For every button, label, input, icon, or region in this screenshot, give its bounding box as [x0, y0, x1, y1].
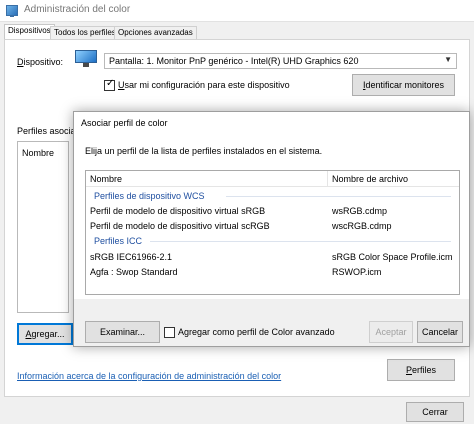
group-header-wcs: Perfiles de dispositivo WCS	[86, 190, 459, 203]
add-profile-button[interactable]: Agregar...	[17, 323, 73, 345]
column-header-name[interactable]: Nombre	[90, 174, 122, 184]
advanced-profile-label: Agregar como perfil de Color avanzado	[178, 327, 335, 337]
device-select-value: Pantalla: 1. Monitor PnP genérico - Inte…	[109, 56, 359, 66]
tab-todos-los-perfiles[interactable]: Todos los perfiles	[50, 26, 120, 40]
column-header-file[interactable]: Nombre de archivo	[332, 174, 408, 184]
color-management-icon	[6, 5, 18, 17]
advanced-profile-checkbox[interactable]	[164, 327, 175, 338]
associated-profiles-list[interactable]: Nombre	[17, 141, 69, 313]
close-button[interactable]: Cerrar	[406, 402, 464, 422]
cancel-button[interactable]: Cancelar	[417, 321, 463, 343]
list-item[interactable]: sRGB IEC61966-2.1 sRGB Color Space Profi…	[86, 251, 459, 264]
profile-list-header: Nombre Nombre de archivo	[86, 171, 459, 187]
dialog-title: Asociar perfil de color	[81, 118, 168, 128]
column-header-name: Nombre	[22, 148, 55, 158]
identify-monitors-button[interactable]: Identificar monitores	[352, 74, 455, 96]
browse-button[interactable]: Examinar...	[85, 321, 160, 343]
associate-profile-dialog: Asociar perfil de color Elija un perfil …	[73, 111, 470, 347]
group-header-icc: Perfiles ICC	[86, 235, 459, 248]
chevron-down-icon: ▼	[444, 55, 452, 64]
list-item[interactable]: Perfil de modelo de dispositivo virtual …	[86, 220, 459, 233]
tab-dispositivos[interactable]: Dispositivos	[4, 24, 55, 40]
profile-list[interactable]: Nombre Nombre de archivo Perfiles de dis…	[85, 170, 460, 295]
list-item[interactable]: Agfa : Swop Standard RSWOP.icm	[86, 266, 459, 279]
window-title: Administración del color	[24, 4, 131, 15]
dialog-footer: Examinar... Agregar como perfil de Color…	[74, 299, 469, 346]
monitor-icon	[75, 50, 97, 67]
title-bar: Administración del color	[0, 0, 474, 22]
accept-button[interactable]: Aceptar	[369, 321, 413, 343]
list-item[interactable]: Perfil de modelo de dispositivo virtual …	[86, 205, 459, 218]
associated-profiles-label: Perfiles asociac	[17, 126, 81, 136]
dialog-content: Elija un perfil de la lista de perfiles …	[74, 134, 469, 299]
tab-opciones-avanzadas[interactable]: Opciones avanzadas	[114, 26, 197, 40]
dialog-title-bar: Asociar perfil de color	[74, 112, 469, 134]
device-label: Dispositivo:	[17, 57, 64, 67]
dialog-instruction: Elija un perfil de la lista de perfiles …	[85, 146, 323, 156]
device-select[interactable]: Pantalla: 1. Monitor PnP genérico - Inte…	[104, 53, 457, 69]
color-settings-info-link[interactable]: Información acerca de la configuración d…	[17, 371, 281, 381]
profiles-button[interactable]: Perfiles	[387, 359, 455, 381]
use-my-settings-checkbox[interactable]	[104, 78, 115, 91]
use-my-settings-label: Usar mi configuración para este disposit…	[118, 80, 290, 90]
